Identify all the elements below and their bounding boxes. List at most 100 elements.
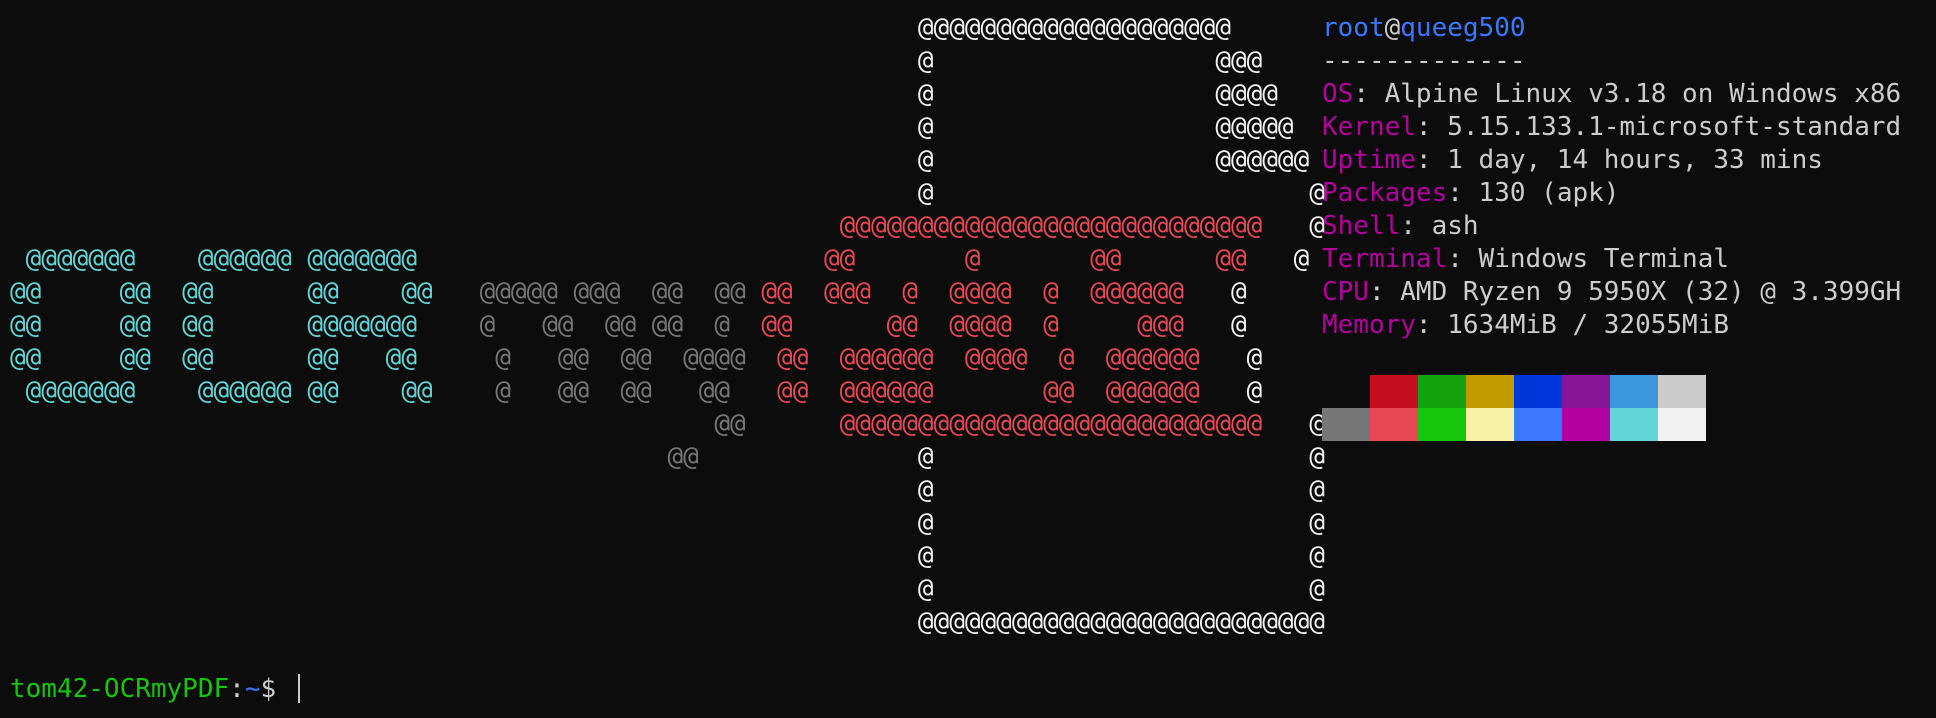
palette-swatch <box>1514 408 1562 441</box>
logo-spacing <box>746 277 762 307</box>
logo-glyphs-white: @ <box>1246 376 1263 406</box>
logo-glyphs-red: @@ @@@@@@ @@ @@@@@@ <box>777 376 1200 406</box>
prompt-user-host: tom42-OCRmyPDF <box>10 674 230 704</box>
logo-line: @@@@@@@@@@@@@@@@@@@@ <box>10 12 1325 45</box>
logo-spacing <box>10 178 918 208</box>
logo-spacing <box>10 574 918 604</box>
logo-glyphs-gray: @ @@ @@ @@@@ <box>495 343 746 373</box>
logo-glyphs-white: @ @ <box>917 508 1325 538</box>
palette-normal-row <box>1322 375 1706 408</box>
info-row: Packages: 130 (apk) <box>1322 177 1901 210</box>
logo-glyphs-white: @ @@@ <box>917 46 1263 76</box>
system-info-panel: root@queeg500 ------------- OS: Alpine L… <box>1322 12 1901 342</box>
logo-glyphs-white: @ @ <box>917 475 1325 505</box>
logo-glyphs-gray: @ @@ @@ @@ @ <box>479 310 731 340</box>
logo-glyphs-white: @ @@@@ <box>917 79 1278 109</box>
palette-swatch <box>1610 375 1658 408</box>
palette-swatch <box>1658 375 1706 408</box>
info-key: Packages <box>1322 178 1448 208</box>
logo-glyphs-red: @@ @ @@ @@ <box>824 244 1247 274</box>
info-rows: OS: Alpine Linux v3.18 on Windows x86 Ker… <box>1322 78 1901 342</box>
logo-glyphs-cyan: @@@@@@@ @@@@@@ @@@@@@@ <box>10 244 417 274</box>
logo-spacing <box>1200 376 1247 406</box>
logo-line: @ @@@@@@ <box>10 144 1325 177</box>
palette-swatch <box>1466 375 1514 408</box>
logo-spacing <box>417 244 824 274</box>
palette-swatch <box>1418 375 1466 408</box>
logo-glyphs-cyan: @@ @@ @@ @@ @@ <box>10 343 417 373</box>
logo-spacing <box>433 277 480 307</box>
palette-swatch <box>1658 408 1706 441</box>
info-at: @ <box>1384 13 1401 43</box>
logo-line: @ @ <box>10 474 1325 507</box>
info-key: Kernel <box>1322 112 1416 142</box>
logo-spacing <box>1184 277 1231 307</box>
info-user: root <box>1322 13 1385 43</box>
logo-glyphs-red: @@@@@@@@@@@@@@@@@@@@@@@@@@@ <box>839 409 1263 439</box>
logo-glyphs-cyan: @@@@@@@ @@@@@@ @@ @@ <box>10 376 433 406</box>
logo-spacing <box>417 343 495 373</box>
logo-glyphs-white: @ @ <box>917 442 1325 472</box>
logo-spacing <box>10 508 918 538</box>
logo-spacing <box>10 541 918 571</box>
info-row: Kernel: 5.15.133.1-microsoft-standard <box>1322 111 1901 144</box>
palette-swatch <box>1562 375 1610 408</box>
info-value: 130 (apk) <box>1478 178 1620 208</box>
logo-spacing <box>10 145 918 175</box>
logo-line: @@ @@ @@ @@@@@@@ @ @@ @@ @@ @ @@ @@ @@@@… <box>10 309 1325 342</box>
logo-line: @@@@@@@@@@@@@@@@@@@@@@@@@@@ @ <box>10 210 1325 243</box>
logo-line: @ @@@@@ <box>10 111 1325 144</box>
info-value: Windows Terminal <box>1478 244 1729 274</box>
palette-swatch <box>1466 408 1514 441</box>
logo-spacing <box>730 376 777 406</box>
logo-spacing <box>699 442 918 472</box>
info-value: ash <box>1431 211 1479 241</box>
palette-swatch <box>1370 408 1418 441</box>
info-row: CPU: AMD Ryzen 9 5950X (32) @ 3.399GH <box>1322 276 1901 309</box>
logo-spacing <box>746 343 777 373</box>
logo-line: @ @@@ <box>10 45 1325 78</box>
logo-line: @ @ <box>10 507 1325 540</box>
logo-glyphs-red: @@ @@ @@@@ @ @@@ <box>761 310 1185 340</box>
info-value: AMD Ryzen 9 5950X (32) @ 3.399GH <box>1400 277 1902 307</box>
logo-spacing <box>10 409 714 439</box>
logo-line: @@ @@@@@@@@@@@@@@@@@@@@@@@@@@@ @ <box>10 408 1325 441</box>
info-key: Shell <box>1322 211 1401 241</box>
info-key-separator: : <box>1415 145 1448 175</box>
logo-spacing <box>10 607 918 637</box>
logo-glyphs-white: @ <box>1230 277 1247 307</box>
palette-swatch <box>1370 375 1418 408</box>
palette-swatch <box>1610 408 1658 441</box>
info-key: Terminal <box>1322 244 1448 274</box>
logo-spacing <box>10 46 918 76</box>
palette-swatch <box>1562 408 1610 441</box>
logo-glyphs-white: @@@@@@@@@@@@@@@@@@@@@@@@@@ <box>917 607 1325 637</box>
logo-glyphs-gray: @@ <box>714 409 746 439</box>
logo-line: @ @ <box>10 540 1325 573</box>
prompt-path: ~ <box>244 674 261 704</box>
logo-glyphs-white: @ <box>1293 244 1310 274</box>
info-key-separator: : <box>1447 244 1479 274</box>
logo-glyphs-white: @ @@@@@ <box>917 112 1294 142</box>
terminal-window[interactable]: @@@@@@@@@@@@@@@@@@@@ @ @@@ @ @@@@ @ @@@@… <box>0 0 1936 718</box>
logo-glyphs-cyan: @@ @@ @@ @@ @@ <box>10 277 433 307</box>
prompt-colon: : <box>229 674 245 704</box>
info-key-separator: : <box>1415 112 1448 142</box>
logo-glyphs-white: @ @@@@@@ <box>917 145 1310 175</box>
info-row: Uptime: 1 day, 14 hours, 33 mins <box>1322 144 1901 177</box>
palette-swatch <box>1322 375 1370 408</box>
logo-line: @@@@@@@@@@@@@@@@@@@@@@@@@@ <box>10 606 1325 639</box>
logo-glyphs-white: @ <box>1246 343 1263 373</box>
logo-glyphs-white: @@@@@@@@@@@@@@@@@@@@ <box>917 13 1231 43</box>
logo-spacing <box>10 112 918 142</box>
info-row: OS: Alpine Linux v3.18 on Windows x86 <box>1322 78 1901 111</box>
info-key-separator: : <box>1415 310 1448 340</box>
palette-swatch <box>1322 408 1370 441</box>
info-row: Shell: ash <box>1322 210 1901 243</box>
logo-line: @@ @@ @@ @@ @@ @ @@ @@ @@@@ @@ @@@@@@ @@… <box>10 342 1325 375</box>
logo-glyphs-white: @ @ <box>917 541 1325 571</box>
logo-glyphs-red: @@ @@@ @ @@@@ @ @@@@@@ <box>761 277 1185 307</box>
shell-prompt[interactable]: tom42-OCRmyPDF:~$ <box>10 673 300 706</box>
logo-spacing <box>1184 310 1231 340</box>
logo-glyphs-gray: @ @@ @@ @@ <box>495 376 731 406</box>
